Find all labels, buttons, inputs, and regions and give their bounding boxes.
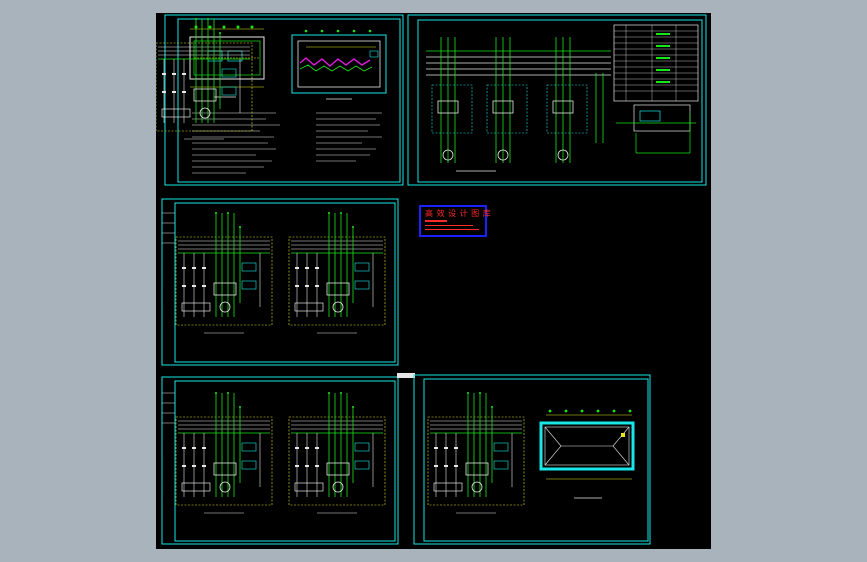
sheet-main-circuit [407, 14, 707, 186]
stamp-line [425, 225, 473, 226]
cad-drawing-canvas [156, 14, 707, 545]
watermark-stamp: 高 效 设 计 图 库 [419, 205, 491, 237]
sheet-control-circuits-b [161, 373, 415, 545]
stamp-title: 高 效 设 计 图 库 [425, 209, 492, 218]
cad-viewport[interactable]: 高 效 设 计 图 库 [156, 13, 711, 549]
sheet-control-and-layout [413, 374, 651, 545]
sheet-control-circuits-a [161, 198, 399, 366]
stamp-line [425, 229, 479, 230]
sheet-floor-plan [164, 14, 404, 186]
stamp-line [425, 220, 447, 222]
